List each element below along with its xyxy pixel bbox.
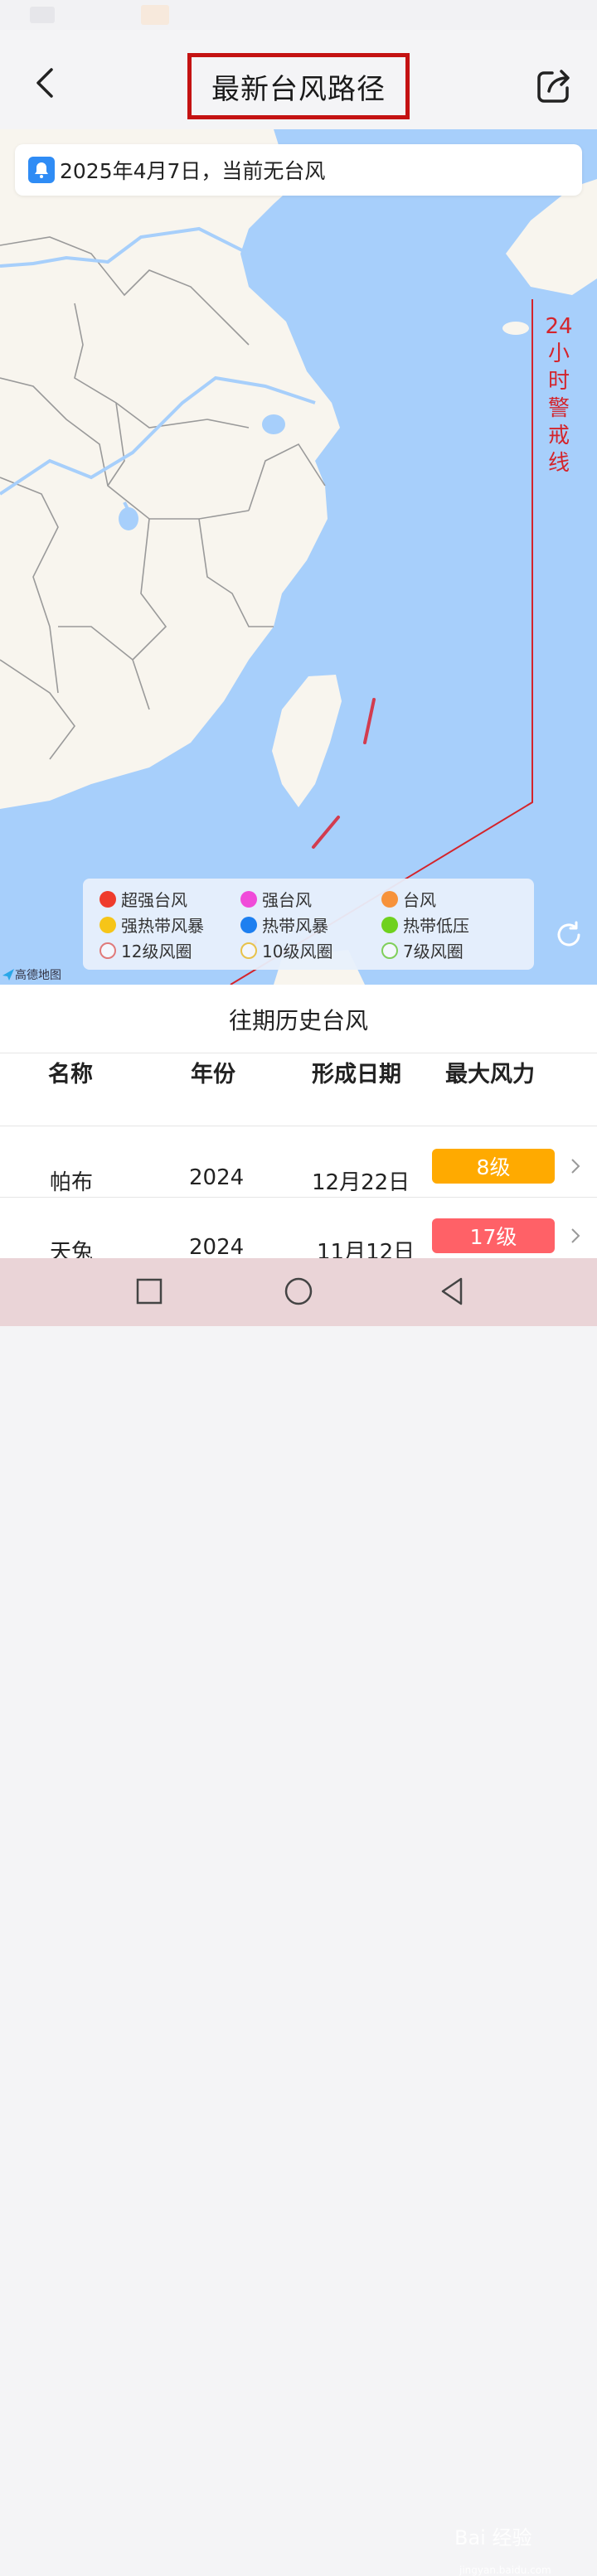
share-icon[interactable] [536, 66, 574, 104]
row-year: 2024 [189, 1235, 245, 1260]
refresh-icon[interactable] [554, 920, 584, 950]
app-header: 最新台风路径 [0, 30, 597, 129]
legend-label: 强热带风暴 [121, 916, 204, 936]
recent-apps-icon[interactable] [136, 1278, 163, 1305]
amap-arrow-icon [2, 969, 14, 981]
legend-label: 强台风 [262, 890, 312, 910]
legend-item: 10级风圈 [240, 938, 332, 962]
amap-logo-text: 高德地图 [15, 969, 61, 982]
status-icon [30, 7, 55, 23]
legend-swatch [381, 942, 398, 959]
row-year: 2024 [189, 1165, 245, 1190]
chevron-right-icon [571, 1159, 580, 1174]
column-header-date: 形成日期 [312, 1062, 401, 1087]
legend-item: 超强台风 [100, 887, 187, 911]
legend-label: 超强台风 [121, 890, 187, 910]
legend-item: 强台风 [240, 887, 312, 911]
legend-label: 12级风圈 [121, 942, 192, 961]
no-typhoon-notice: 2025年4月7日，当前无台风 [15, 144, 582, 196]
map-background [0, 129, 597, 985]
history-title: 往期历史台风 [228, 1007, 368, 1034]
warning-line-label: 24小时警戒线 [545, 314, 573, 476]
back-nav-icon[interactable] [439, 1276, 464, 1306]
legend-item: 12级风圈 [100, 938, 192, 962]
legend-swatch [381, 916, 398, 933]
back-arrow-icon[interactable] [30, 66, 63, 99]
typhoon-legend: 超强台风 强台风 台风强热带风暴 热带风暴 热带低压 12级风圈 10级风圈 7级风圈 [83, 879, 534, 970]
page-title-highlight: 最新台风路径 [187, 53, 410, 119]
taiwan-island [272, 675, 342, 807]
legend-swatch [100, 916, 116, 933]
legend-label: 热带低压 [403, 916, 469, 936]
max-wind-badge: 8级 [432, 1149, 555, 1184]
column-header-name: 名称 [48, 1062, 93, 1087]
column-header-max-wind: 最大风力 [445, 1062, 535, 1087]
legend-item: 热带风暴 [240, 913, 328, 937]
legend-swatch [240, 942, 257, 959]
divider [0, 1197, 597, 1198]
status-icon [141, 5, 169, 25]
legend-swatch [240, 916, 257, 933]
row-date: 12月22日 [312, 1170, 410, 1195]
legend-swatch [381, 890, 398, 908]
legend-swatch [100, 942, 116, 959]
lake [262, 414, 285, 434]
watermark-url: jingyan.baidu.com [459, 2564, 551, 2576]
legend-item: 强热带风暴 [100, 913, 204, 937]
legend-swatch [100, 890, 116, 908]
legend-item: 热带低压 [381, 913, 469, 937]
legend-label: 台风 [403, 890, 436, 910]
home-icon[interactable] [284, 1276, 313, 1306]
row-name: 帕布 [50, 1170, 94, 1195]
watermark: Bai 经验 [454, 2526, 532, 2549]
page-title: 最新台风路径 [211, 72, 386, 106]
amap-logo: 高德地图 [2, 966, 61, 983]
system-nav-bar: Bai 经验 jingyan.baidu.com [0, 1258, 597, 2576]
bell-icon [28, 157, 55, 183]
status-bar [0, 0, 597, 30]
jeju-island [502, 322, 529, 335]
notice-text: 2025年4月7日，当前无台风 [60, 159, 326, 183]
legend-item: 7级风圈 [381, 938, 464, 962]
legend-label: 10级风圈 [262, 942, 333, 961]
max-wind-badge: 17级 [432, 1218, 555, 1253]
typhoon-map[interactable]: 2025年4月7日，当前无台风 24小时警戒线 超强台风 强台风 台风强热带风暴 热带… [0, 129, 597, 985]
chevron-right-icon [571, 1228, 580, 1243]
legend-label: 热带风暴 [262, 916, 328, 936]
history-typhoon-section: 往期历史台风 名称 年份 形成日期 最大风力 帕布 2024 12月22日 8级… [0, 985, 597, 1265]
legend-item: 台风 [381, 887, 436, 911]
column-header-year: 年份 [191, 1062, 235, 1087]
lake [119, 507, 138, 530]
legend-label: 7级风圈 [403, 942, 464, 961]
legend-swatch [240, 890, 257, 908]
korea-shape [506, 179, 597, 295]
